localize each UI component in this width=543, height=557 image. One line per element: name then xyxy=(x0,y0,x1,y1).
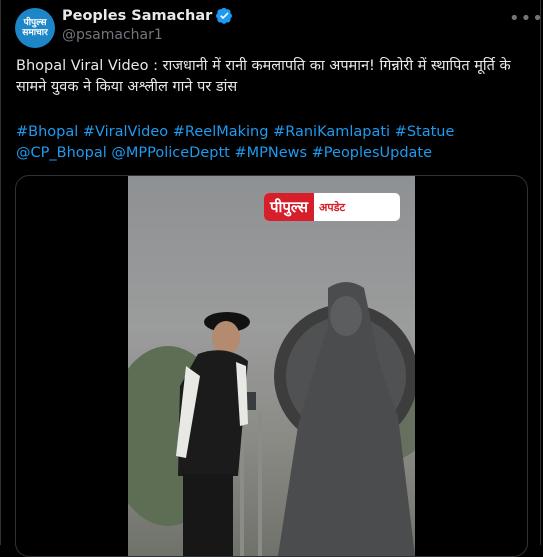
avatar-text-line1: पीपुल्स xyxy=(23,18,47,28)
author-handle[interactable]: @psamachar1 xyxy=(62,27,163,43)
tweet-text: Bhopal Viral Video : राजधानी में रानी कम… xyxy=(16,58,511,95)
tweet-card[interactable]: पीपुल्स समाचार Peoples Samachar @psamach… xyxy=(0,0,543,557)
badge-sub-text: अपडेट xyxy=(319,200,346,214)
author-name-row: Peoples Samachar xyxy=(62,7,233,24)
tweet-hashtags: #Bhopal #ViralVideo #ReelMaking #RaniKam… xyxy=(16,122,526,164)
hashtag-link[interactable]: #Bhopal xyxy=(16,124,78,140)
author-name[interactable]: Peoples Samachar xyxy=(62,8,212,24)
avatar-text-line2: समाचार xyxy=(22,28,48,38)
tweet-media[interactable]: पीपुल्स अपडेट xyxy=(15,175,528,557)
news-badge: पीपुल्स अपडेट xyxy=(264,193,400,221)
hashtag-link[interactable]: #PeoplesUpdate xyxy=(312,145,432,161)
author-avatar[interactable]: पीपुल्स समाचार xyxy=(15,8,55,48)
statue-face xyxy=(330,296,362,336)
hashtag-link[interactable]: #Statue xyxy=(395,124,455,140)
pole xyxy=(258,411,262,556)
hashtag-link[interactable]: #ViralVideo xyxy=(83,124,168,140)
hashtag-link[interactable]: #ReelMaking xyxy=(173,124,269,140)
person-head xyxy=(212,321,240,355)
person-pants xyxy=(183,474,233,556)
video-scene xyxy=(128,282,415,556)
verified-badge-icon xyxy=(216,7,233,24)
video-frame[interactable]: पीपुल्स अपडेट xyxy=(128,176,415,556)
mention-link[interactable]: @CP_Bhopal xyxy=(16,145,107,161)
mention-link[interactable]: @MPPoliceDeptt xyxy=(111,145,229,161)
more-options-icon[interactable]: ••• xyxy=(509,8,543,29)
hashtag-link[interactable]: #RaniKamlapati xyxy=(273,124,390,140)
badge-main-text: पीपुल्स xyxy=(264,193,315,221)
hashtag-link[interactable]: #MPNews xyxy=(234,145,307,161)
